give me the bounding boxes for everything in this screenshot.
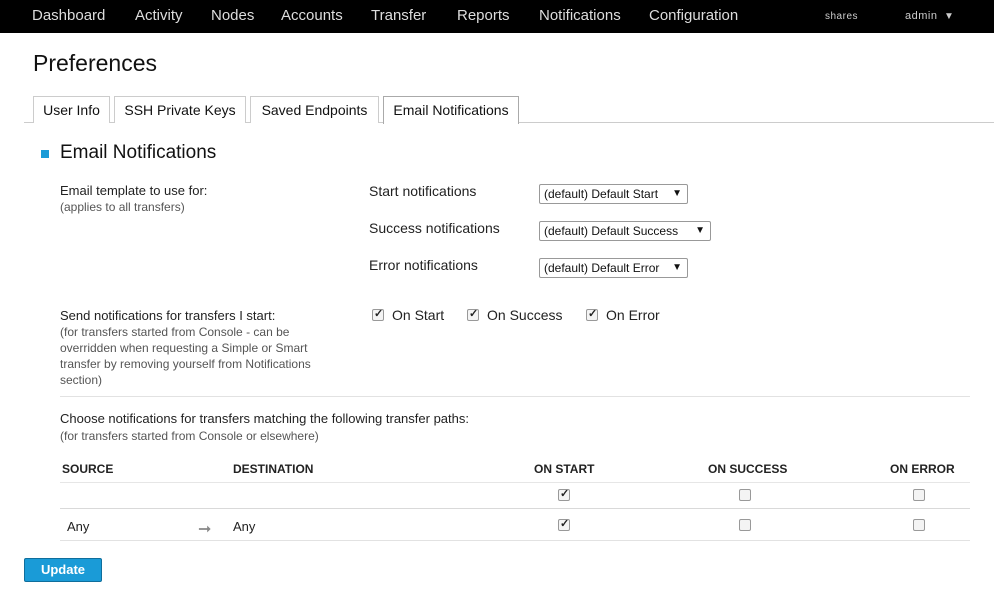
user-name: admin <box>905 10 938 22</box>
col-header-on-success: ON SUCCESS <box>708 462 788 476</box>
paths-sublabel: (for transfers started from Console or e… <box>60 429 319 443</box>
table-bottom-divider <box>60 540 970 541</box>
paths-label: Choose notifications for transfers match… <box>60 411 469 426</box>
nav-reports[interactable]: Reports <box>457 7 510 24</box>
section-divider <box>60 396 970 397</box>
row-destination: Any <box>233 519 256 534</box>
nav-activity[interactable]: Activity <box>135 7 183 24</box>
section-title: Email Notifications <box>60 142 217 163</box>
tab-user-info[interactable]: User Info <box>33 96 110 123</box>
error-template-select[interactable]: (default) Default Error ▼ <box>539 258 688 278</box>
sublabel-line: transfer by removing yourself from Notif… <box>60 357 311 371</box>
start-notifications-label: Start notifications <box>369 183 477 199</box>
col-header-destination[interactable]: DESTINATION <box>233 462 313 476</box>
error-notifications-label: Error notifications <box>369 257 478 273</box>
nav-notifications[interactable]: Notifications <box>539 7 621 24</box>
success-template-select[interactable]: (default) Default Success ▼ <box>539 221 711 241</box>
row-all-on-start-checkbox[interactable] <box>558 487 570 501</box>
caret-down-icon: ▼ <box>944 11 955 22</box>
sublabel-line: overridden when requesting a Simple or S… <box>60 341 308 355</box>
tab-email-notifications[interactable]: Email Notifications <box>383 96 519 124</box>
on-success-label: On Success <box>487 307 563 323</box>
chevron-down-icon: ▼ <box>695 225 705 236</box>
arrow-right-icon: ➞ <box>198 521 212 538</box>
user-menu[interactable]: admin ▼ <box>905 10 954 22</box>
sublabel-line: (for transfers started from Console - ca… <box>60 325 290 339</box>
row-on-success-checkbox[interactable] <box>739 519 751 531</box>
update-button[interactable]: Update <box>24 558 102 582</box>
template-label: Email template to use for: <box>60 183 208 198</box>
send-notifications-sublabel: (for transfers started from Console - ca… <box>60 324 311 388</box>
top-nav: Dashboard Activity Nodes Accounts Transf… <box>0 0 994 33</box>
nav-configuration[interactable]: Configuration <box>649 7 738 24</box>
col-header-on-start: ON START <box>534 462 595 476</box>
start-template-select[interactable]: (default) Default Start ▼ <box>539 184 688 204</box>
start-template-value: (default) Default Start <box>544 187 659 201</box>
on-start-checkbox[interactable] <box>372 307 384 321</box>
col-header-source[interactable]: SOURCE <box>62 462 113 476</box>
table-header-divider <box>60 482 970 483</box>
chevron-down-icon: ▼ <box>672 262 682 273</box>
row-on-error-checkbox[interactable] <box>913 519 925 531</box>
on-error-checkbox[interactable] <box>586 307 598 321</box>
page-title: Preferences <box>33 50 158 76</box>
nav-transfer[interactable]: Transfer <box>371 7 426 24</box>
row-source: Any <box>67 519 90 534</box>
on-error-label: On Error <box>606 307 660 323</box>
nav-dashboard[interactable]: Dashboard <box>32 7 105 24</box>
template-sublabel: (applies to all transfers) <box>60 200 185 214</box>
shares-link[interactable]: shares <box>825 11 858 22</box>
success-template-value: (default) Default Success <box>544 224 679 238</box>
row-all-on-error-checkbox[interactable] <box>913 489 925 501</box>
on-start-label: On Start <box>392 307 445 323</box>
row-on-start-checkbox[interactable] <box>558 517 570 531</box>
section-marker-icon <box>41 150 49 158</box>
chevron-down-icon: ▼ <box>672 188 682 199</box>
row-divider <box>60 508 970 509</box>
nav-nodes[interactable]: Nodes <box>211 7 254 24</box>
on-success-checkbox[interactable] <box>467 307 479 321</box>
col-header-on-error: ON ERROR <box>890 462 955 476</box>
sublabel-line: section) <box>60 373 103 387</box>
tab-ssh-private-keys[interactable]: SSH Private Keys <box>114 96 246 123</box>
nav-accounts[interactable]: Accounts <box>281 7 343 24</box>
tab-saved-endpoints[interactable]: Saved Endpoints <box>250 96 379 123</box>
row-all-on-success-checkbox[interactable] <box>739 489 751 501</box>
send-notifications-label: Send notifications for transfers I start… <box>60 308 276 323</box>
success-notifications-label: Success notifications <box>369 220 500 236</box>
error-template-value: (default) Default Error <box>544 261 660 275</box>
